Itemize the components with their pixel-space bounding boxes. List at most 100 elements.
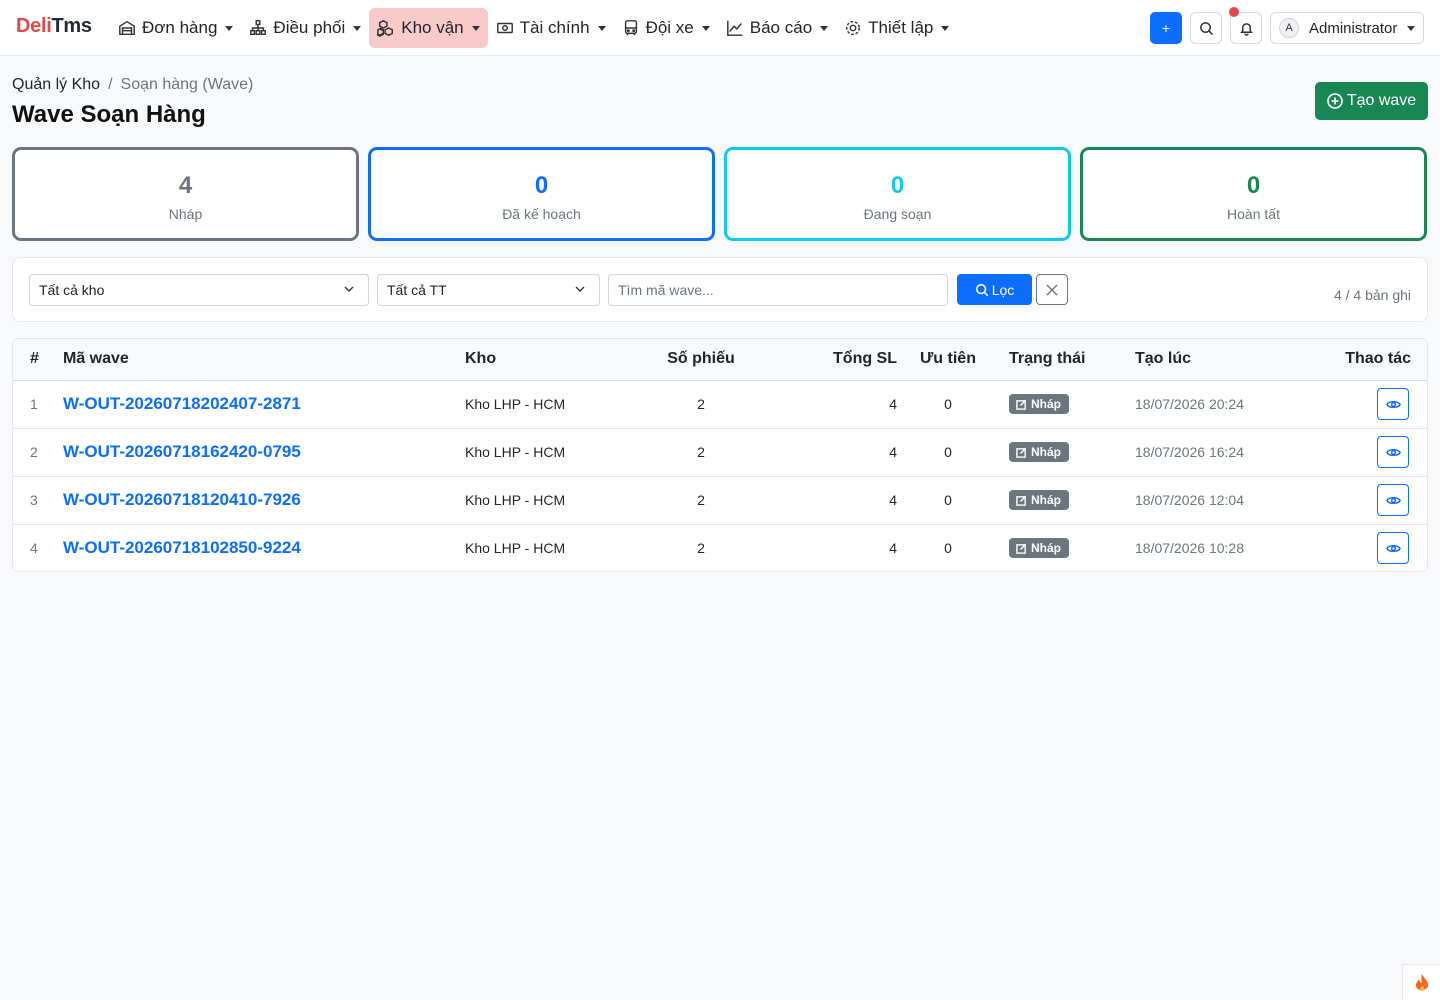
stat-label: Đang soạn [863,206,932,222]
gear-icon [846,20,861,36]
cell-index: 4 [30,540,38,557]
stat-value: 0 [1246,172,1261,199]
pencil-square-icon [1016,399,1027,410]
cell-status: Nháp [991,524,1135,571]
nav-item-kho-van[interactable]: Kho vận [369,8,488,48]
breadcrumb-separator: / [108,76,113,93]
col-header-created: Tạo lúc [1135,339,1305,381]
cell-priority: 0 [905,476,991,525]
cell-actions [1305,524,1427,571]
search-input[interactable]: Tìm mã wave... [608,274,948,306]
stat-value: 0 [890,172,905,199]
status-badge: Nháp [1009,394,1069,414]
col-header-total-qty: Tổng SL [777,339,905,381]
cell-priority: 0 [944,540,952,557]
col-header-code: Mã wave [63,339,465,381]
bus-icon [624,20,637,36]
caret-down-icon [941,25,950,31]
nav-item-thiet-lap[interactable]: Thiết lập [836,8,957,48]
nav-right-tools: + A Administrator [1150,7,1424,44]
cell-priority: 0 [905,380,991,429]
table-row: 1 W-OUT-20260718202407-2871 Kho LHP - HC… [13,380,1427,429]
nav-item-tai-chinh[interactable]: Tài chính [488,8,614,48]
col-header-warehouse: Kho [465,339,625,381]
col-header-slip-count: Số phiếu [625,339,777,381]
nav-item-don-hang[interactable]: Đơn hàng [110,8,241,48]
table-row: 2 W-OUT-20260718162420-0795 Kho LHP - HC… [13,428,1427,477]
cell-slip-count: 2 [625,428,777,477]
user-name: Administrator [1309,19,1398,37]
search-button[interactable] [1190,12,1222,44]
cell-slip-count: 2 [625,380,777,429]
debug-toolbar-toggle[interactable] [1402,964,1440,1000]
warehouse-select[interactable]: Tất cả kho [29,274,369,306]
top-navbar: DeliTms Đơn hàng Điều phối Kho vận Tài c… [0,0,1440,56]
view-button[interactable] [1377,484,1409,516]
quick-add-button[interactable]: + [1150,12,1182,44]
cell-slip-count: 2 [697,540,705,557]
record-count: 4 / 4 bản ghi [1333,287,1411,303]
wave-code-link[interactable]: W-OUT-20260718162420-0795 [63,428,465,477]
stat-card-picking[interactable]: 0 Đang soạn [724,147,1071,241]
nav-label: Đơn hàng [142,18,218,37]
wave-code-link[interactable]: W-OUT-20260718120410-7926 [63,476,465,525]
status-select-value: Tất cả TT [387,282,447,298]
col-header-actions: Thao tác [1305,339,1427,381]
view-button[interactable] [1377,388,1409,420]
filter-button[interactable]: Lọc [957,274,1032,305]
cell-created: 18/07/2026 10:28 [1135,540,1244,557]
nav-label: Thiết lập [868,18,934,37]
pencil-square-icon [1016,447,1027,458]
stat-card-draft[interactable]: 4 Nháp [12,147,359,241]
view-button[interactable] [1377,436,1409,468]
status-badge-label: Nháp [1031,541,1061,556]
pencil-square-icon [1016,543,1027,554]
stat-value: 4 [178,172,193,199]
chevron-down-icon [575,286,585,292]
cell-status: Nháp [991,476,1135,525]
cash-icon [496,22,513,34]
cell-total-qty: 4 [889,540,897,557]
caret-down-icon [1407,25,1415,31]
breadcrumb-parent[interactable]: Quản lý Kho [12,76,100,93]
caret-down-icon [701,25,710,31]
stat-label: Đã kế hoạch [502,206,581,222]
nav-item-doi-xe[interactable]: Đội xe [614,8,718,48]
status-select[interactable]: Tất cả TT [377,274,600,306]
cell-priority: 0 [905,428,991,477]
cell-created: 18/07/2026 16:24 [1135,428,1305,477]
stat-card-done[interactable]: 0 Hoàn tất [1080,147,1427,241]
cell-index: 3 [13,476,63,525]
brand-part-1: Deli [16,15,52,37]
search-placeholder: Tìm mã wave... [618,282,714,298]
table-row: 3 W-OUT-20260718120410-7926 Kho LHP - HC… [13,476,1427,525]
view-button[interactable] [1377,532,1409,565]
notifications-button[interactable] [1229,7,1262,44]
stat-card-planned[interactable]: 0 Đã kế hoạch [368,147,715,241]
cell-created: 18/07/2026 20:24 [1135,380,1305,429]
wave-code-link[interactable]: W-OUT-20260718202407-2871 [63,380,465,429]
table-row: 4 W-OUT-20260718102850-9224 Kho LHP - HC… [13,524,1427,571]
filter-bar: Tất cả kho Tất cả TT Tìm mã wave... Lọc … [12,257,1428,322]
network-icon [250,20,267,36]
cell-total-qty: 4 [777,476,905,525]
caret-down-icon [353,25,362,31]
nav-item-bao-cao[interactable]: Báo cáo [718,8,836,48]
nav-item-dieu-phoi[interactable]: Điều phối [241,8,369,48]
warehouse-select-value: Tất cả kho [39,282,105,298]
create-wave-button[interactable]: Tạo wave [1315,82,1428,120]
cell-index: 1 [13,380,63,429]
clear-filter-button[interactable] [1036,274,1068,305]
wave-code-link[interactable]: W-OUT-20260718102850-9224 [63,524,465,571]
cell-actions [1305,428,1427,477]
cell-total-qty: 4 [777,428,905,477]
user-menu[interactable]: A Administrator [1270,12,1424,44]
brand-logo[interactable]: DeliTms [16,15,92,38]
page-title: Wave Soạn Hàng [12,101,206,128]
close-icon [1046,284,1058,295]
caret-down-icon [820,25,829,31]
cell-index: 2 [13,428,63,477]
cell-total-qty: 4 [777,380,905,429]
brand-part-2: Tms [51,15,92,37]
cell-created: 18/07/2026 12:04 [1135,476,1305,525]
